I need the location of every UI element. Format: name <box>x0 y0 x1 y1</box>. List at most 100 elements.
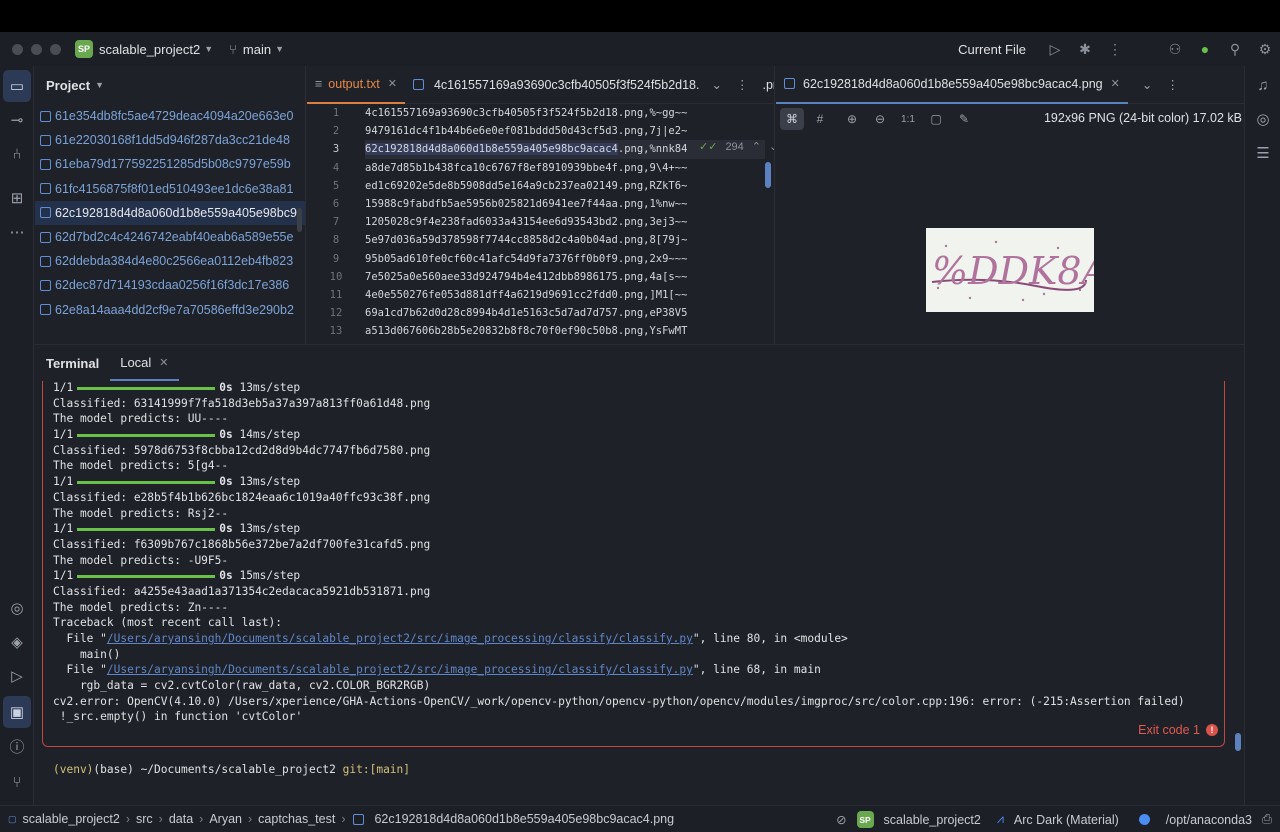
terminal-line: The model predicts: 5[g4-- <box>53 458 1185 474</box>
code-line[interactable]: 7e5025a0e560aee33d924794b4e412dbb8986175… <box>365 268 765 286</box>
close-tab-icon[interactable]: ✕ <box>159 356 168 369</box>
python-console-icon[interactable]: ◎ <box>0 592 34 624</box>
project-folder-icon[interactable]: ▭ <box>3 70 31 102</box>
chevron-down-icon[interactable]: ⌄ <box>769 140 774 153</box>
commit-icon[interactable]: ⊸ <box>0 104 34 136</box>
fit-zoom-icon[interactable]: ⌘ <box>780 108 804 130</box>
more-tools-icon[interactable]: ⋯ <box>0 216 34 248</box>
terminal-scrollbar[interactable] <box>1235 733 1241 751</box>
code-line[interactable]: a513d067606b28b5e20832b8f8c70f0ef90c50b8… <box>365 322 765 340</box>
debug-icon[interactable]: ✱ <box>1070 41 1100 58</box>
file-link[interactable]: /Users/aryansingh/Documents/scalable_pro… <box>107 663 693 676</box>
code-line[interactable]: ed1c69202e5de8b5908dd5e164a9cb237ea02149… <box>365 177 765 195</box>
project-panel-header[interactable]: Project ▼ <box>35 66 305 104</box>
tabs-overflow-icon[interactable]: ⌄ <box>1142 77 1152 92</box>
progress-bar <box>77 574 216 578</box>
code-line[interactable]: 69a1cd7b62d0d28c8994b4d1e5163c5d7ad7d757… <box>365 304 765 322</box>
fit-window-icon[interactable]: ▢ <box>924 108 948 130</box>
no-ai-icon[interactable]: ⊘ <box>836 812 846 827</box>
file-list-item[interactable]: 62e8a14aaa4dd2cf9e7a70586effd3e290b2 <box>35 298 305 322</box>
file-list-item[interactable]: 61e354db8fc5ae4729deac4094a20e663e0 <box>35 104 305 128</box>
code-line[interactable]: 5e97d036a59d378598f7744cc8858d2c4a0b04ad… <box>365 231 765 249</box>
tab-actions-icon[interactable]: ⋮ <box>1166 77 1179 92</box>
ai-assistant-icon[interactable]: ● <box>1190 41 1220 57</box>
code-line[interactable]: 4e0e550276fe053d881dff4a6219d9691cc2fdd0… <box>365 286 765 304</box>
color-picker-icon[interactable]: ✎ <box>952 108 976 130</box>
code-line[interactable]: 1205028c9f4e238fad6033a43154ee6d93543bd2… <box>365 213 765 231</box>
tabs-overflow-icon[interactable]: ⌄ <box>711 77 721 92</box>
notifications-bell-icon[interactable]: ♫ <box>1245 70 1280 100</box>
terminal-output-block[interactable]: 1/1 0s 13ms/step Classified: 63141999f7fa5… <box>42 381 1225 747</box>
file-link[interactable]: /Users/aryansingh/Documents/scalable_pro… <box>107 632 693 645</box>
status-theme[interactable]: Arc Dark (Material) <box>1014 813 1119 827</box>
database-icon[interactable]: ☰ <box>1245 138 1280 168</box>
code-line[interactable]: 95b05ad610fe0cf60c41afc54d9fa7376ff0b0f9… <box>365 250 765 268</box>
status-project[interactable]: scalable_project2 <box>884 813 981 827</box>
structure-icon[interactable]: ⊞ <box>0 182 34 214</box>
breadcrumb: ▢ scalable_project2 › src › data › Aryan › captch… <box>8 812 674 826</box>
git-icon[interactable]: ⑂ <box>0 766 34 798</box>
tab-image-file[interactable]: 4c161557169a93690c3cfb40505f3f524f5b2d18… <box>405 66 708 104</box>
run-config-dropdown[interactable]: Current File <box>958 42 1026 57</box>
image-file-icon <box>40 304 51 316</box>
tab-captcha-image[interactable]: 62c192818d4d8a060d1b8e559a405e98bc9acac4… <box>776 66 1128 104</box>
services-icon[interactable]: ▷ <box>0 660 34 692</box>
tab-actions-icon[interactable]: ⋮ <box>736 77 749 92</box>
actual-size-button[interactable]: 1:1 <box>896 108 920 130</box>
branch-dropdown[interactable]: main <box>243 42 271 57</box>
code-line[interactable]: 15988c9fabdfb5ae5956b025821d6941ee7f44aa… <box>365 195 765 213</box>
terminal-line: 1/1 0s 15ms/step <box>53 568 1185 584</box>
file-list-item[interactable]: 62dec87d714193cdaa0256f16f3dc17e386 <box>35 273 305 297</box>
breadcrumb-item[interactable]: src <box>136 812 153 826</box>
code-line[interactable]: 4c161557169a93690c3cfb40505f3f524f5b2d18… <box>365 104 765 122</box>
breadcrumb-item[interactable]: scalable_project2 <box>23 812 120 826</box>
tab-label: Local <box>120 354 152 370</box>
tab-output-txt[interactable]: ≡ output.txt ✕ <box>307 66 405 104</box>
file-list-item[interactable]: 61eba79d177592251285d5b08c9797e59b <box>35 152 305 176</box>
add-user-icon[interactable]: ⚇ <box>1160 41 1190 58</box>
file-list-item[interactable]: 61e22030168f1dd5d946f287da3cc21de48 <box>35 128 305 152</box>
tab-local[interactable]: Local ✕ <box>110 345 179 381</box>
tab-png-partial[interactable]: .png <box>754 66 774 104</box>
chevron-up-icon[interactable]: ⌃ <box>752 140 761 153</box>
python-packages-icon[interactable]: ◈ <box>0 626 34 658</box>
project-badge[interactable]: SP <box>75 40 93 58</box>
breadcrumb-item[interactable]: data <box>169 812 193 826</box>
git-branch-icon: ⑂ <box>229 41 237 57</box>
zoom-out-icon[interactable]: ⊖ <box>868 108 892 130</box>
close-window-button[interactable] <box>12 43 23 55</box>
pull-requests-icon[interactable]: ⑃ <box>0 138 34 170</box>
terminal-line: main() <box>53 647 1185 663</box>
ai-chat-icon[interactable]: ◎ <box>1245 104 1280 134</box>
settings-gear-icon[interactable]: ⚙ <box>1250 41 1280 58</box>
code-line[interactable]: 9479161dc4f1b44b6e6e0ef081bddd50d43cf5d3… <box>365 122 765 140</box>
search-icon[interactable]: ⚲ <box>1220 41 1250 58</box>
terminal-prompt[interactable]: (venv)(base) ~/Documents/scalable_projec… <box>53 763 410 776</box>
status-interpreter[interactable]: /opt/anaconda3 <box>1166 813 1252 827</box>
breadcrumb-item[interactable]: Aryan <box>209 812 242 826</box>
file-list-item[interactable]: 62ddebda384d4e80c2566ea0112eb4fb823 <box>35 249 305 273</box>
breadcrumb-item[interactable]: 62c192818d4d8a060d1b8e559a405e98bc9acac4… <box>374 812 674 826</box>
close-tab-icon[interactable]: ✕ <box>388 77 397 90</box>
editor-scrollbar[interactable] <box>765 162 771 188</box>
exit-code-badge[interactable]: Exit code 1 ! <box>1138 723 1218 737</box>
file-list-item[interactable]: 61fc4156875f8f01ed510493ee1dc6e38a81 <box>35 177 305 201</box>
more-actions-icon[interactable]: ⋮ <box>1100 41 1130 58</box>
project-vertical-scrollbar[interactable] <box>297 208 302 232</box>
code-line[interactable]: a8de7d85b1b438fca10c6767f8ef8910939bbe4f… <box>365 159 765 177</box>
breadcrumb-item[interactable]: captchas_test <box>258 812 335 826</box>
grid-icon[interactable]: # <box>808 108 832 130</box>
close-tab-icon[interactable]: ✕ <box>1111 77 1120 90</box>
minimize-window-button[interactable] <box>31 43 42 55</box>
run-icon[interactable]: ▷ <box>1040 41 1070 58</box>
project-name-dropdown[interactable]: scalable_project2 <box>99 42 200 57</box>
problems-icon[interactable]: ⓘ <box>0 730 34 762</box>
maximize-window-button[interactable] <box>50 43 61 55</box>
line-number-gutter: 1 2 3 4 5 6 7 8 9 10 11 12 13 <box>307 104 365 374</box>
inspection-widget[interactable]: ✓✓ 294 ⌃ ⌄ <box>699 140 774 154</box>
zoom-in-icon[interactable]: ⊕ <box>840 108 864 130</box>
lock-icon[interactable]: ⎙ <box>1262 812 1272 827</box>
file-list-item[interactable]: 62c192818d4d8a060d1b8e559a405e98bc9 <box>35 200 305 225</box>
file-list-item[interactable]: 62d7bd2c4c4246742eabf40eab6a589e55e <box>35 225 305 249</box>
terminal-icon[interactable]: ▣ <box>3 696 31 728</box>
